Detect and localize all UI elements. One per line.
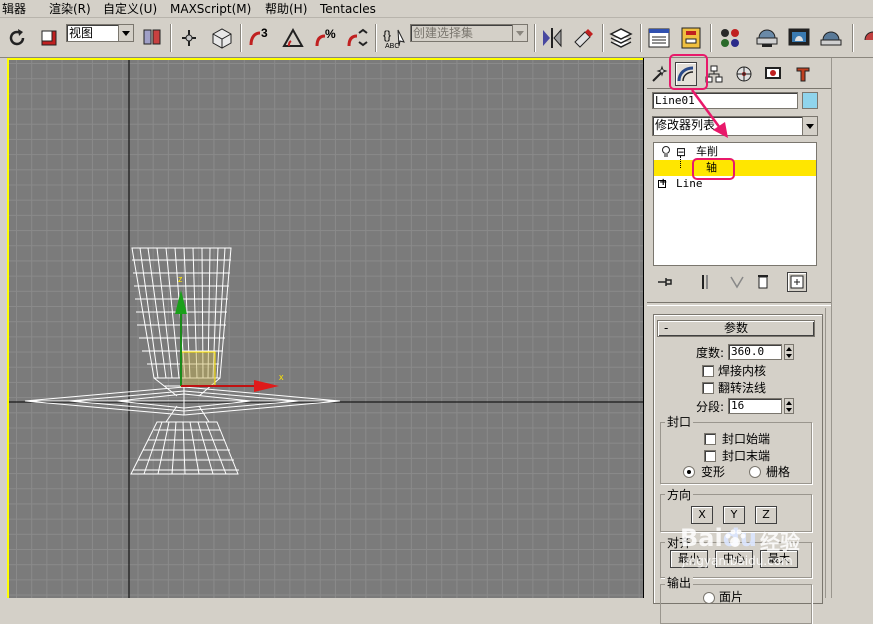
chevron-down-icon [118,25,133,41]
reference-coord-value: 视图 [69,26,94,40]
redo-icon[interactable] [5,25,31,51]
collapse-icon[interactable]: ⊟ [676,144,686,160]
left-edge [0,58,7,598]
create-tab-icon[interactable] [649,62,671,86]
spinner-snap-icon[interactable] [344,25,370,51]
flip-normals-label: 翻转法线 [718,381,767,395]
pivot-center-icon[interactable] [139,25,165,51]
show-end-result-icon[interactable] [695,272,715,292]
menu-render[interactable]: 渲染(R) [49,1,91,17]
make-unique-icon[interactable] [727,272,747,292]
output-patch-label: 面片 [719,590,744,604]
menu-editor[interactable]: 辑器 [2,1,26,17]
watermark-brand: Bai [680,524,723,552]
chevron-down-icon [512,25,527,41]
svg-text:{}: {} [383,28,391,42]
material-editor-icon[interactable] [717,25,743,51]
cap-start-label: 封口始端 [722,432,771,446]
modifier-list-dropdown[interactable]: 修改器列表 [652,116,818,136]
grid-radio[interactable] [749,466,761,478]
named-selection-dropdown[interactable]: 创建选择集 [410,24,528,42]
svg-text:x: x [279,372,284,382]
output-group-title: 输出 [665,576,694,590]
degrees-label: 度数: [696,346,725,360]
display-tab-icon[interactable] [762,62,784,86]
watermark-url: jingyan.baidu.com [682,554,793,568]
stack-item-axis[interactable]: 轴 [654,156,816,176]
baidu-jingyan-watermark: Baidu 经验 jingyan.baidu.com [680,522,830,572]
mirror-icon[interactable] [539,25,565,51]
align-icon[interactable] [570,25,596,51]
curve-editor-icon[interactable] [646,25,672,51]
rollout-toggle: - [664,321,669,335]
viewport-canvas[interactable]: z x [9,60,643,598]
object-color-swatch[interactable] [802,92,818,109]
cap-group-title: 封口 [665,415,694,429]
parameters-rollout-header[interactable]: - 参数 [657,320,815,337]
menu-tentacles[interactable]: Tentacles [320,1,376,17]
segments-field[interactable]: 16 [728,398,782,414]
menu-customize[interactable]: 自定义(U) [103,1,157,17]
motion-tab-icon[interactable] [733,62,755,86]
chevron-down-icon [802,117,817,135]
manipulate-icon[interactable] [176,25,202,51]
reference-coord-dropdown[interactable]: 视图 [66,24,134,42]
schematic-view-icon[interactable] [678,25,704,51]
menu-bar: 辑器 渲染(R) 自定义(U) MAXScript(M) 帮助(H) Tenta… [0,0,873,18]
pin-stack-icon[interactable] [655,272,675,292]
degrees-field[interactable]: 360.0 [728,344,782,360]
render-setup-icon[interactable] [754,25,780,51]
svg-text:z: z [178,274,183,284]
cap-start-checkbox[interactable] [704,433,716,445]
percent-snap-icon[interactable]: % [312,25,338,51]
highlight-axis-item [692,158,735,180]
cap-end-label: 封口末端 [722,449,771,463]
rollout-title: 参数 [724,321,749,335]
cap-end-checkbox[interactable] [704,450,716,462]
right-edge-panel [831,58,873,598]
highlight-modify-tab [669,54,708,90]
segments-label: 分段: [696,400,725,414]
menu-help[interactable]: 帮助(H) [265,1,307,17]
weld-core-checkbox[interactable] [702,365,714,377]
utilities-tab-icon[interactable] [792,62,814,86]
svg-text:ABC: ABC [385,43,399,50]
weld-core-label: 焊接内核 [718,364,767,378]
keyboard-shortcut-icon[interactable] [209,25,235,51]
object-name-field[interactable]: Line01 [652,92,798,109]
direction-group-title: 方向 [665,488,694,502]
named-selection-placeholder: 创建选择集 [413,26,474,40]
remove-modifier-icon[interactable] [753,272,773,292]
edit-named-selection-icon[interactable]: {} ABC [381,25,407,51]
command-panel: Line01 修改器列表 ⊟ 车削 轴 + Line - 参数 度数: 360.… [647,58,831,624]
flip-normals-checkbox[interactable] [702,382,714,394]
stack-item-line[interactable]: + Line [654,176,816,192]
select-object-icon[interactable] [36,25,62,51]
svg-text:%: % [325,27,336,41]
degrees-spinner[interactable] [784,344,794,360]
angle-snap-icon[interactable] [280,25,306,51]
layer-manager-icon[interactable] [608,25,634,51]
quick-render-icon[interactable] [818,25,844,51]
menu-maxscript[interactable]: MAXScript(M) [170,1,251,17]
modifier-list-label: 修改器列表 [655,118,716,132]
lightbulb-icon[interactable] [661,146,671,158]
svg-text:3: 3 [261,26,268,40]
paw-icon [725,529,746,547]
watermark-cn: 经验 [760,530,800,554]
main-toolbar: 视图 3 % {} ABC 创建选择集 [0,18,873,58]
morph-label: 变形 [701,465,726,479]
render-frame-icon[interactable] [786,25,812,51]
modifier-stack[interactable]: ⊟ 车削 轴 + Line [653,142,817,266]
viewport-front[interactable]: z x [7,58,643,598]
snap-toggle-icon[interactable]: 3 [246,25,272,51]
output-patch-radio[interactable] [703,592,715,604]
grid-label: 栅格 [766,465,791,479]
stack-item-lathe[interactable]: ⊟ 车削 [654,144,816,160]
segments-spinner[interactable] [784,398,794,414]
configure-sets-icon[interactable] [787,272,807,292]
teapot-icon[interactable] [858,25,873,51]
morph-radio[interactable] [683,466,695,478]
